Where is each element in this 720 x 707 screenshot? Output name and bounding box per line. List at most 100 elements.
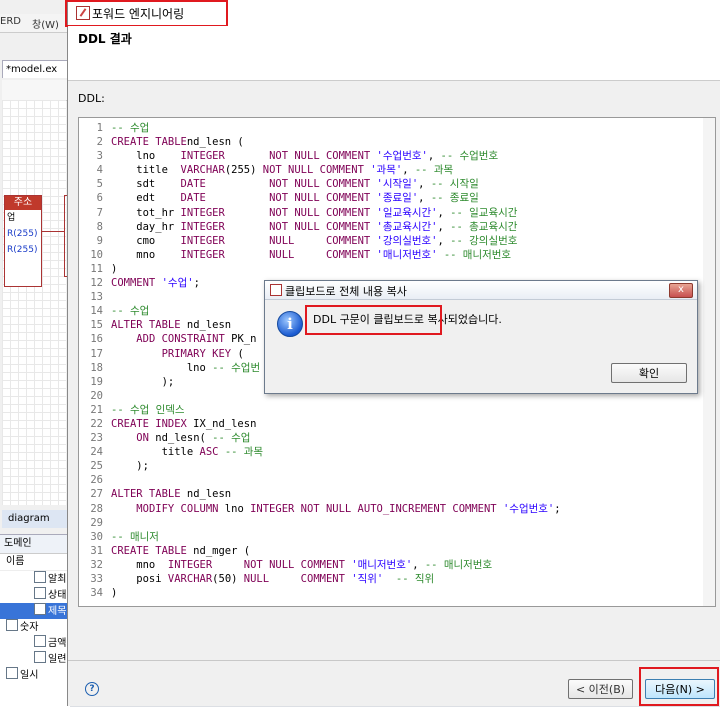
domain-icon [34,587,46,599]
code-token: NULL COMMENT [269,234,371,247]
line-number: 23 [90,432,103,445]
editor-toolbar [2,80,68,101]
vertical-scrollbar[interactable] [703,118,715,606]
code-line: 8 day_hr INTEGER NOT NULL COMMENT '총교육시간… [79,220,715,234]
domain-tree-item[interactable]: 알최 [0,571,70,587]
code-token: DATE [180,192,206,205]
code-token: -- 수업 인덱스 [111,403,185,416]
code-token: ADD CONSTRAINT [136,333,225,346]
code-line: 1 -- 수업 [79,121,715,135]
line-number: 3 [96,150,103,163]
erd-canvas[interactable]: 주소 업 R(255) R(255) [2,100,71,505]
code-token: ALTER TABLE [111,488,181,501]
editor-tab-model[interactable]: *model.ex [2,60,68,78]
code-line: 9 cmo INTEGER NULL COMMENT '강의실번호', -- 강… [79,234,715,248]
code-token: , [418,192,431,205]
code-token: nd_lesn ( [186,136,244,149]
code-token: , [412,558,425,571]
code-token: '수업번호' [496,502,555,515]
ok-button[interactable]: 확인 [611,363,687,383]
code-token: mno [111,248,181,261]
help-icon[interactable]: ? [85,682,99,696]
line-number: 12 [90,277,103,290]
entity-address[interactable]: 주소 업 R(255) R(255) [4,195,42,287]
domain-icon [34,603,46,615]
domain-tree-item[interactable]: 일시 [0,667,70,683]
domain-tree-item-label: 금액 [48,638,67,649]
code-token: -- 시작일 [430,178,479,191]
line-number: 18 [90,361,103,374]
code-token: cmo [111,234,181,247]
code-token: NOT NULL COMMENT [269,178,371,191]
line-number: 5 [96,178,103,191]
code-token: -- 매니저번호 [424,558,493,571]
code-line: 3 lno INTEGER NOT NULL COMMENT '수업번호', -… [79,149,715,163]
code-token: ( [231,347,244,360]
code-token: NOT NULL COMMENT [269,150,371,163]
line-number: 27 [90,488,103,501]
code-token: MODIFY COLUMN [136,502,219,515]
diagram-tab[interactable]: diagram [2,510,68,528]
relationship-line [41,231,64,232]
back-button[interactable]: < 이전(B) [568,679,633,699]
code-token: ASC [199,446,219,459]
code-token: nd_lesn [180,488,232,501]
code-token: '직위' [344,573,384,585]
code-line: 4 title VARCHAR(255) NOT NULL COMMENT '과… [79,163,715,177]
code-token: '수업' [155,277,194,290]
code-token: NULL COMMENT [269,248,371,261]
code-token: INTEGER [180,206,225,219]
code-token: CREATE TABLE [111,136,187,149]
code-token: edt [111,192,181,205]
code-token: PRIMARY KEY [161,347,232,360]
code-token: CREATE TABLE [111,544,187,557]
code-token: VARCHAR [180,164,225,177]
menu-item-erd[interactable]: ERD [0,16,21,27]
code-token: DATE [180,178,206,191]
code-token: -- 강의실번호 [450,234,518,247]
code-line: 24 title ASC -- 과목 [79,445,715,459]
close-button[interactable]: x [669,283,693,298]
line-number: 17 [90,347,103,360]
menu-item-window[interactable]: 창(W) [32,16,59,31]
domain-tree-item[interactable]: 일련 [0,651,70,667]
entity-row: 업 [7,213,16,223]
line-number: 22 [90,417,103,430]
code-token: NOT NULL COMMENT [269,206,371,219]
wizard-titlebar: 포워드 엔지니어링 [68,0,720,26]
next-button[interactable]: 다음(N) > [645,679,715,699]
domain-panel-title[interactable]: 도메인 [0,535,70,554]
code-token: , [418,178,431,191]
domain-tree-item[interactable]: 제목 [0,603,70,619]
code-token: mno [111,558,168,571]
code-token: -- 과목 [224,446,264,459]
code-token: ; [554,502,561,515]
info-icon: i [277,311,303,337]
code-line: 34) [79,586,715,600]
code-token: '매니저번호' [370,248,438,261]
code-token: , [437,234,451,247]
code-line: 5 sdt DATE NOT NULL COMMENT '시작일', -- 시작… [79,177,715,191]
line-number: 15 [90,319,103,332]
code-token: ALTER TABLE [111,319,181,332]
code-token: '매니저번호' [344,558,413,571]
code-line: 33 posi VARCHAR(50) NULL COMMENT '직위' --… [79,572,715,586]
code-token: INTEGER [180,248,225,261]
dialog-titlebar: 클립보드로 전체 내용 복사 x [265,281,697,300]
code-token: VARCHAR [167,573,213,585]
code-token: '시작일' [370,178,419,191]
code-token: NOT NULL COMMENT [269,192,371,205]
domain-tree-item[interactable]: 숫자 [0,619,70,635]
domain-tree-item[interactable]: 금액 [0,635,70,651]
domain-tree-item-label: 제목 [48,606,67,617]
code-line: 22 CREATE INDEX IX_nd_lesn [79,417,715,431]
entity-row: R(255) [7,229,38,239]
pencil-icon [76,6,90,20]
line-number: 1 [96,122,103,134]
code-token: ); [111,460,149,473]
code-token: NOT NULL COMMENT [262,164,364,177]
code-token: , [427,150,441,163]
domain-tree-item[interactable]: 상태 [0,587,70,603]
